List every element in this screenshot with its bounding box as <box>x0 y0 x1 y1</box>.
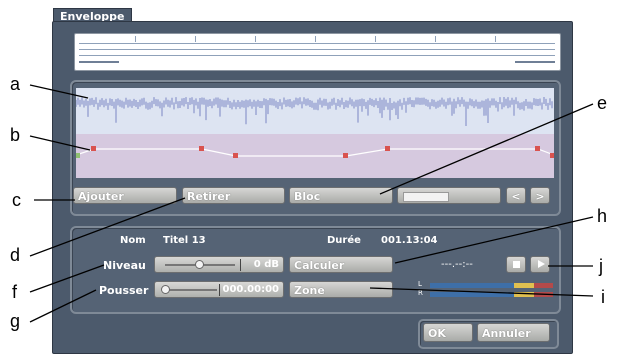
callout-d: d <box>10 245 21 265</box>
callout-f: f <box>12 282 18 302</box>
callout-b: b <box>10 125 21 145</box>
callout-c: c <box>12 190 21 210</box>
callout-a: a <box>10 74 21 94</box>
callout-e: e <box>597 93 608 113</box>
callout-j: j <box>599 256 603 276</box>
callout-lines <box>29 84 594 323</box>
callout-i: i <box>601 287 605 307</box>
callout-h: h <box>597 206 608 226</box>
callout-g: g <box>10 311 21 331</box>
